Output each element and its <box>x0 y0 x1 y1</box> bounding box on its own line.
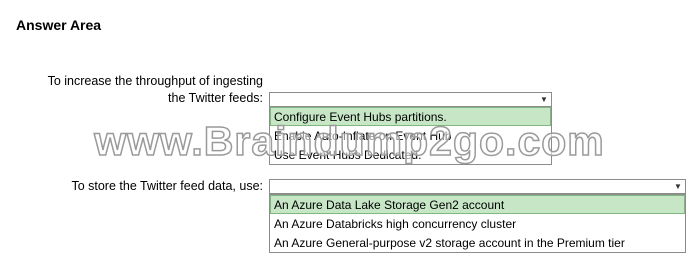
question1-option[interactable]: Enable Auto-Inflate on Event Hub <box>270 126 551 145</box>
question2-options-list: An Azure Data Lake Storage Gen2 account … <box>269 194 686 253</box>
chevron-down-icon[interactable]: ▼ <box>537 93 551 106</box>
question1-options-list: Configure Event Hubs partitions. Enable … <box>269 106 552 165</box>
question2-dropdown[interactable]: ▼ <box>269 179 686 194</box>
answer-area-title: Answer Area <box>16 17 102 33</box>
question2-option[interactable]: An Azure Databricks high concurrency clu… <box>270 214 685 233</box>
question1-dropdown[interactable]: ▼ <box>269 92 552 107</box>
question1-label-line2: the Twitter feeds: <box>168 91 263 105</box>
question1-label: To increase the throughput of ingesting … <box>48 73 263 107</box>
question2-option[interactable]: An Azure Data Lake Storage Gen2 account <box>270 195 685 214</box>
chevron-down-icon[interactable]: ▼ <box>671 180 685 193</box>
question1-option[interactable]: Configure Event Hubs partitions. <box>270 107 551 126</box>
question2-option[interactable]: An Azure General-purpose v2 storage acco… <box>270 233 685 252</box>
question2-label: To store the Twitter feed data, use: <box>71 179 263 193</box>
question1-option[interactable]: Use Event Hubs Dedicated. <box>270 145 551 164</box>
question1-label-line1: To increase the throughput of ingesting <box>47 74 263 88</box>
